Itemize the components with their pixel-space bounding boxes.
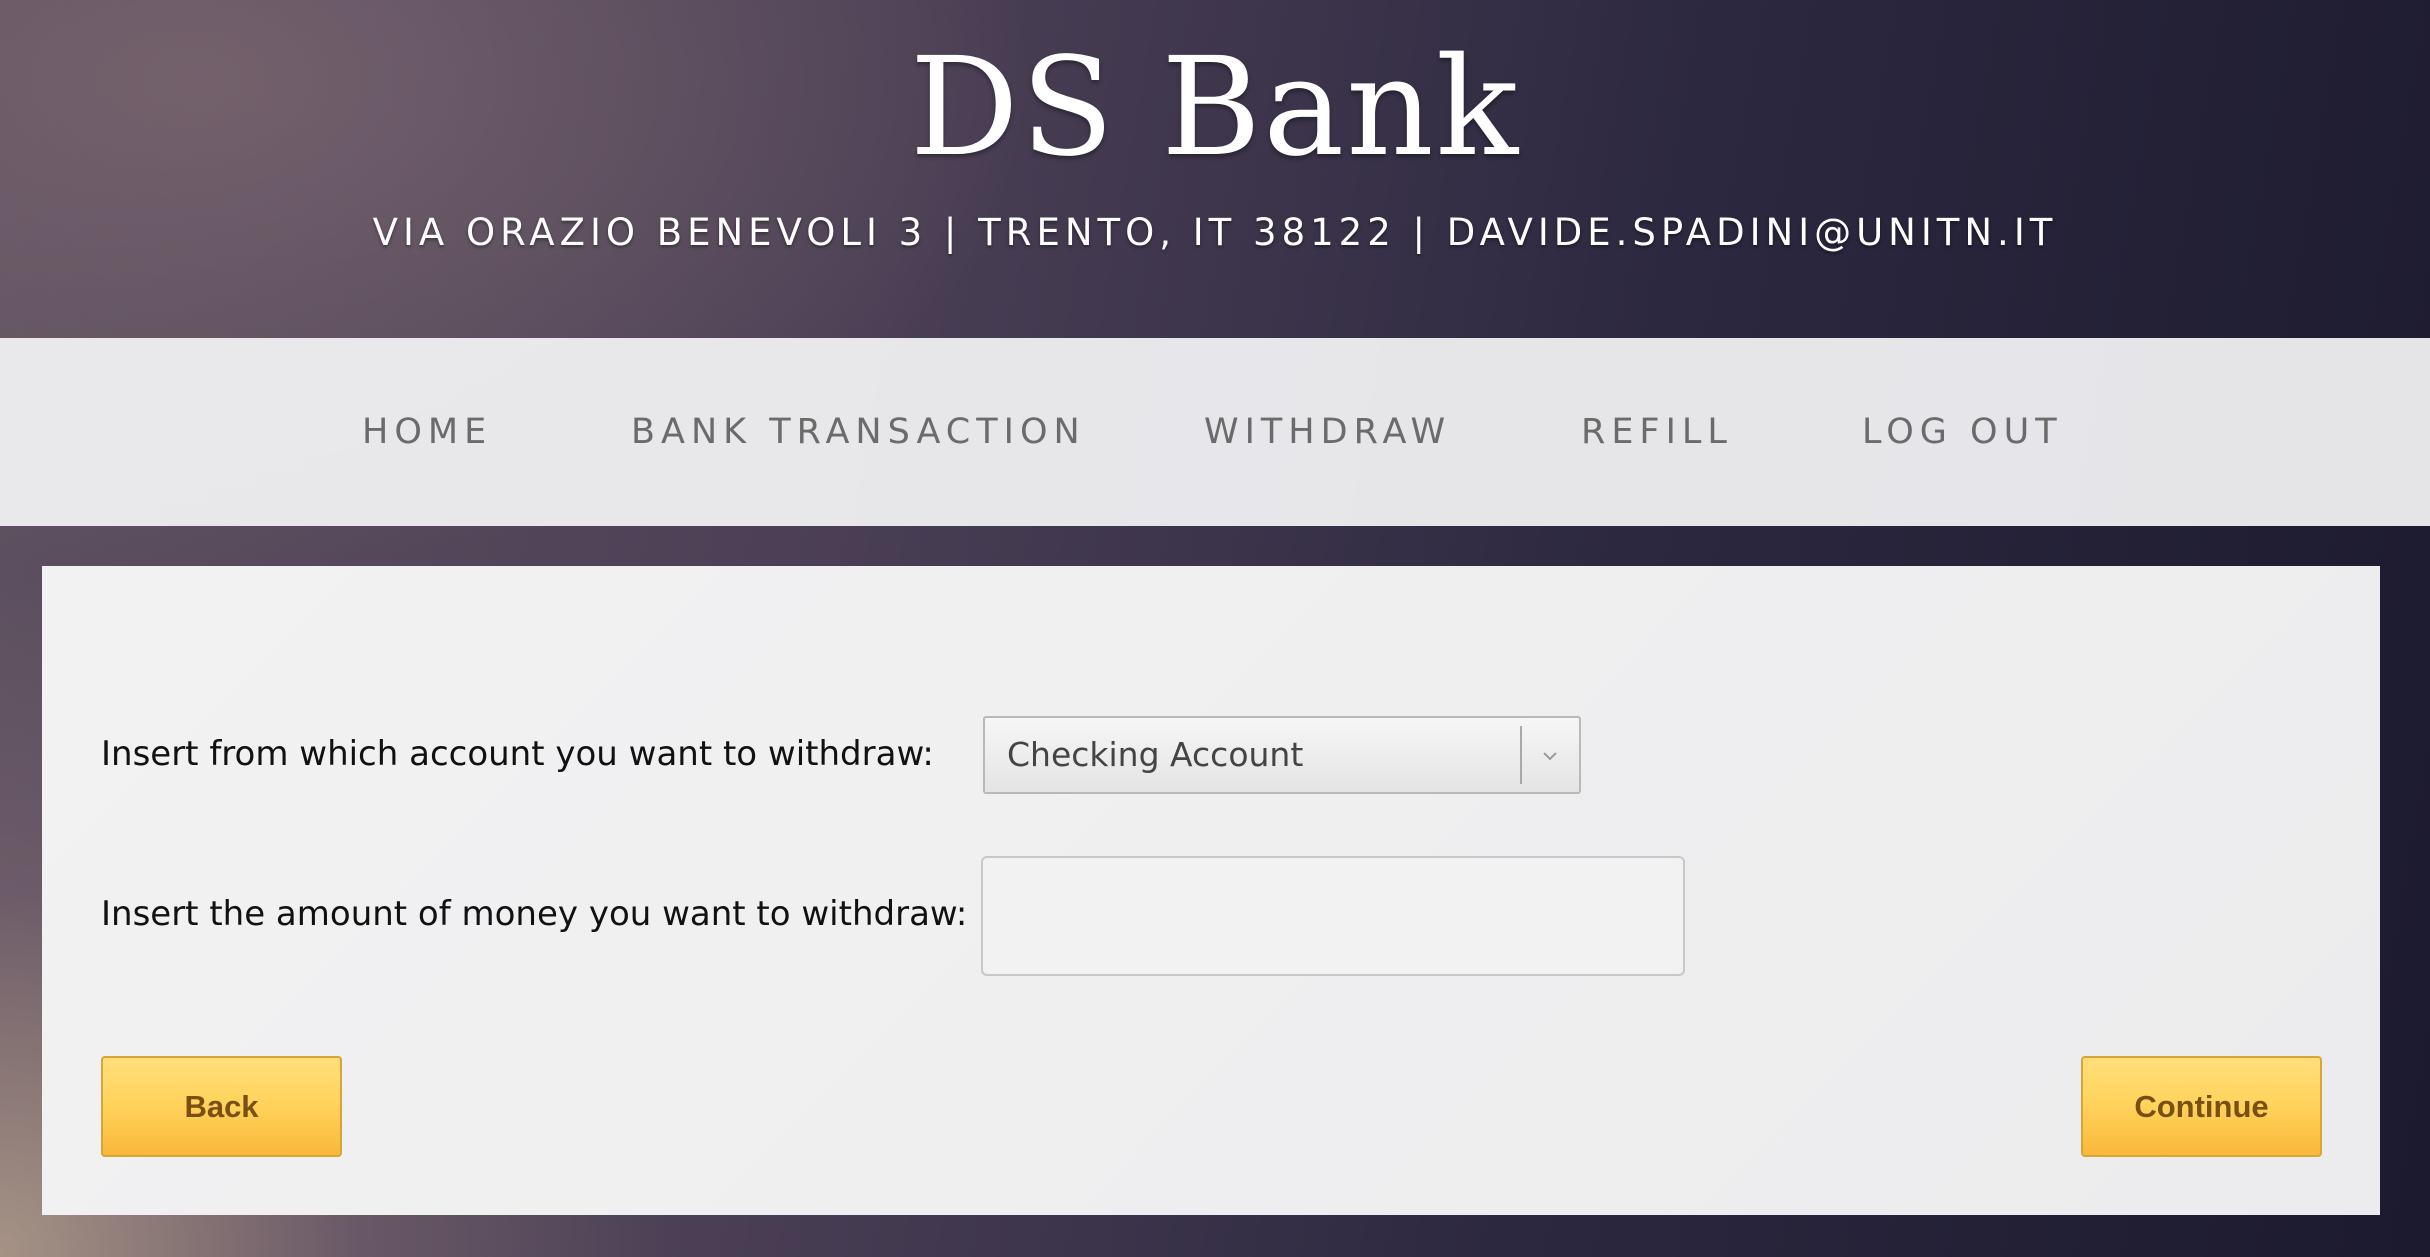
account-select-value: Checking Account [1007,735,1304,774]
brand-address: VIA ORAZIO BENEVOLI 3 | TRENTO, IT 38122… [372,211,2058,254]
nav-item-bank-transaction[interactable]: BANK TRANSACTION [631,404,1086,460]
back-button[interactable]: Back [101,1056,342,1157]
chevron-down-icon[interactable] [1522,718,1579,792]
brand-title: DS Bank [909,29,1521,187]
nav-item-withdraw[interactable]: WITHDRAW [1204,404,1451,460]
amount-input-label: Insert the amount of money you want to w… [101,894,968,934]
account-select-label: Insert from which account you want to wi… [101,734,934,774]
main-nav: HOME BANK TRANSACTION WITHDRAW REFILL LO… [0,338,2430,526]
amount-input[interactable] [981,856,1685,976]
nav-item-log-out[interactable]: LOG OUT [1862,404,2063,460]
account-select[interactable]: Checking Account [983,716,1581,794]
nav-item-home[interactable]: HOME [362,404,492,460]
withdraw-form-panel: Insert from which account you want to wi… [42,566,2380,1215]
continue-button[interactable]: Continue [2081,1056,2322,1157]
site-header: DS Bank VIA ORAZIO BENEVOLI 3 | TRENTO, … [0,0,2430,338]
nav-item-refill[interactable]: REFILL [1581,404,1733,460]
